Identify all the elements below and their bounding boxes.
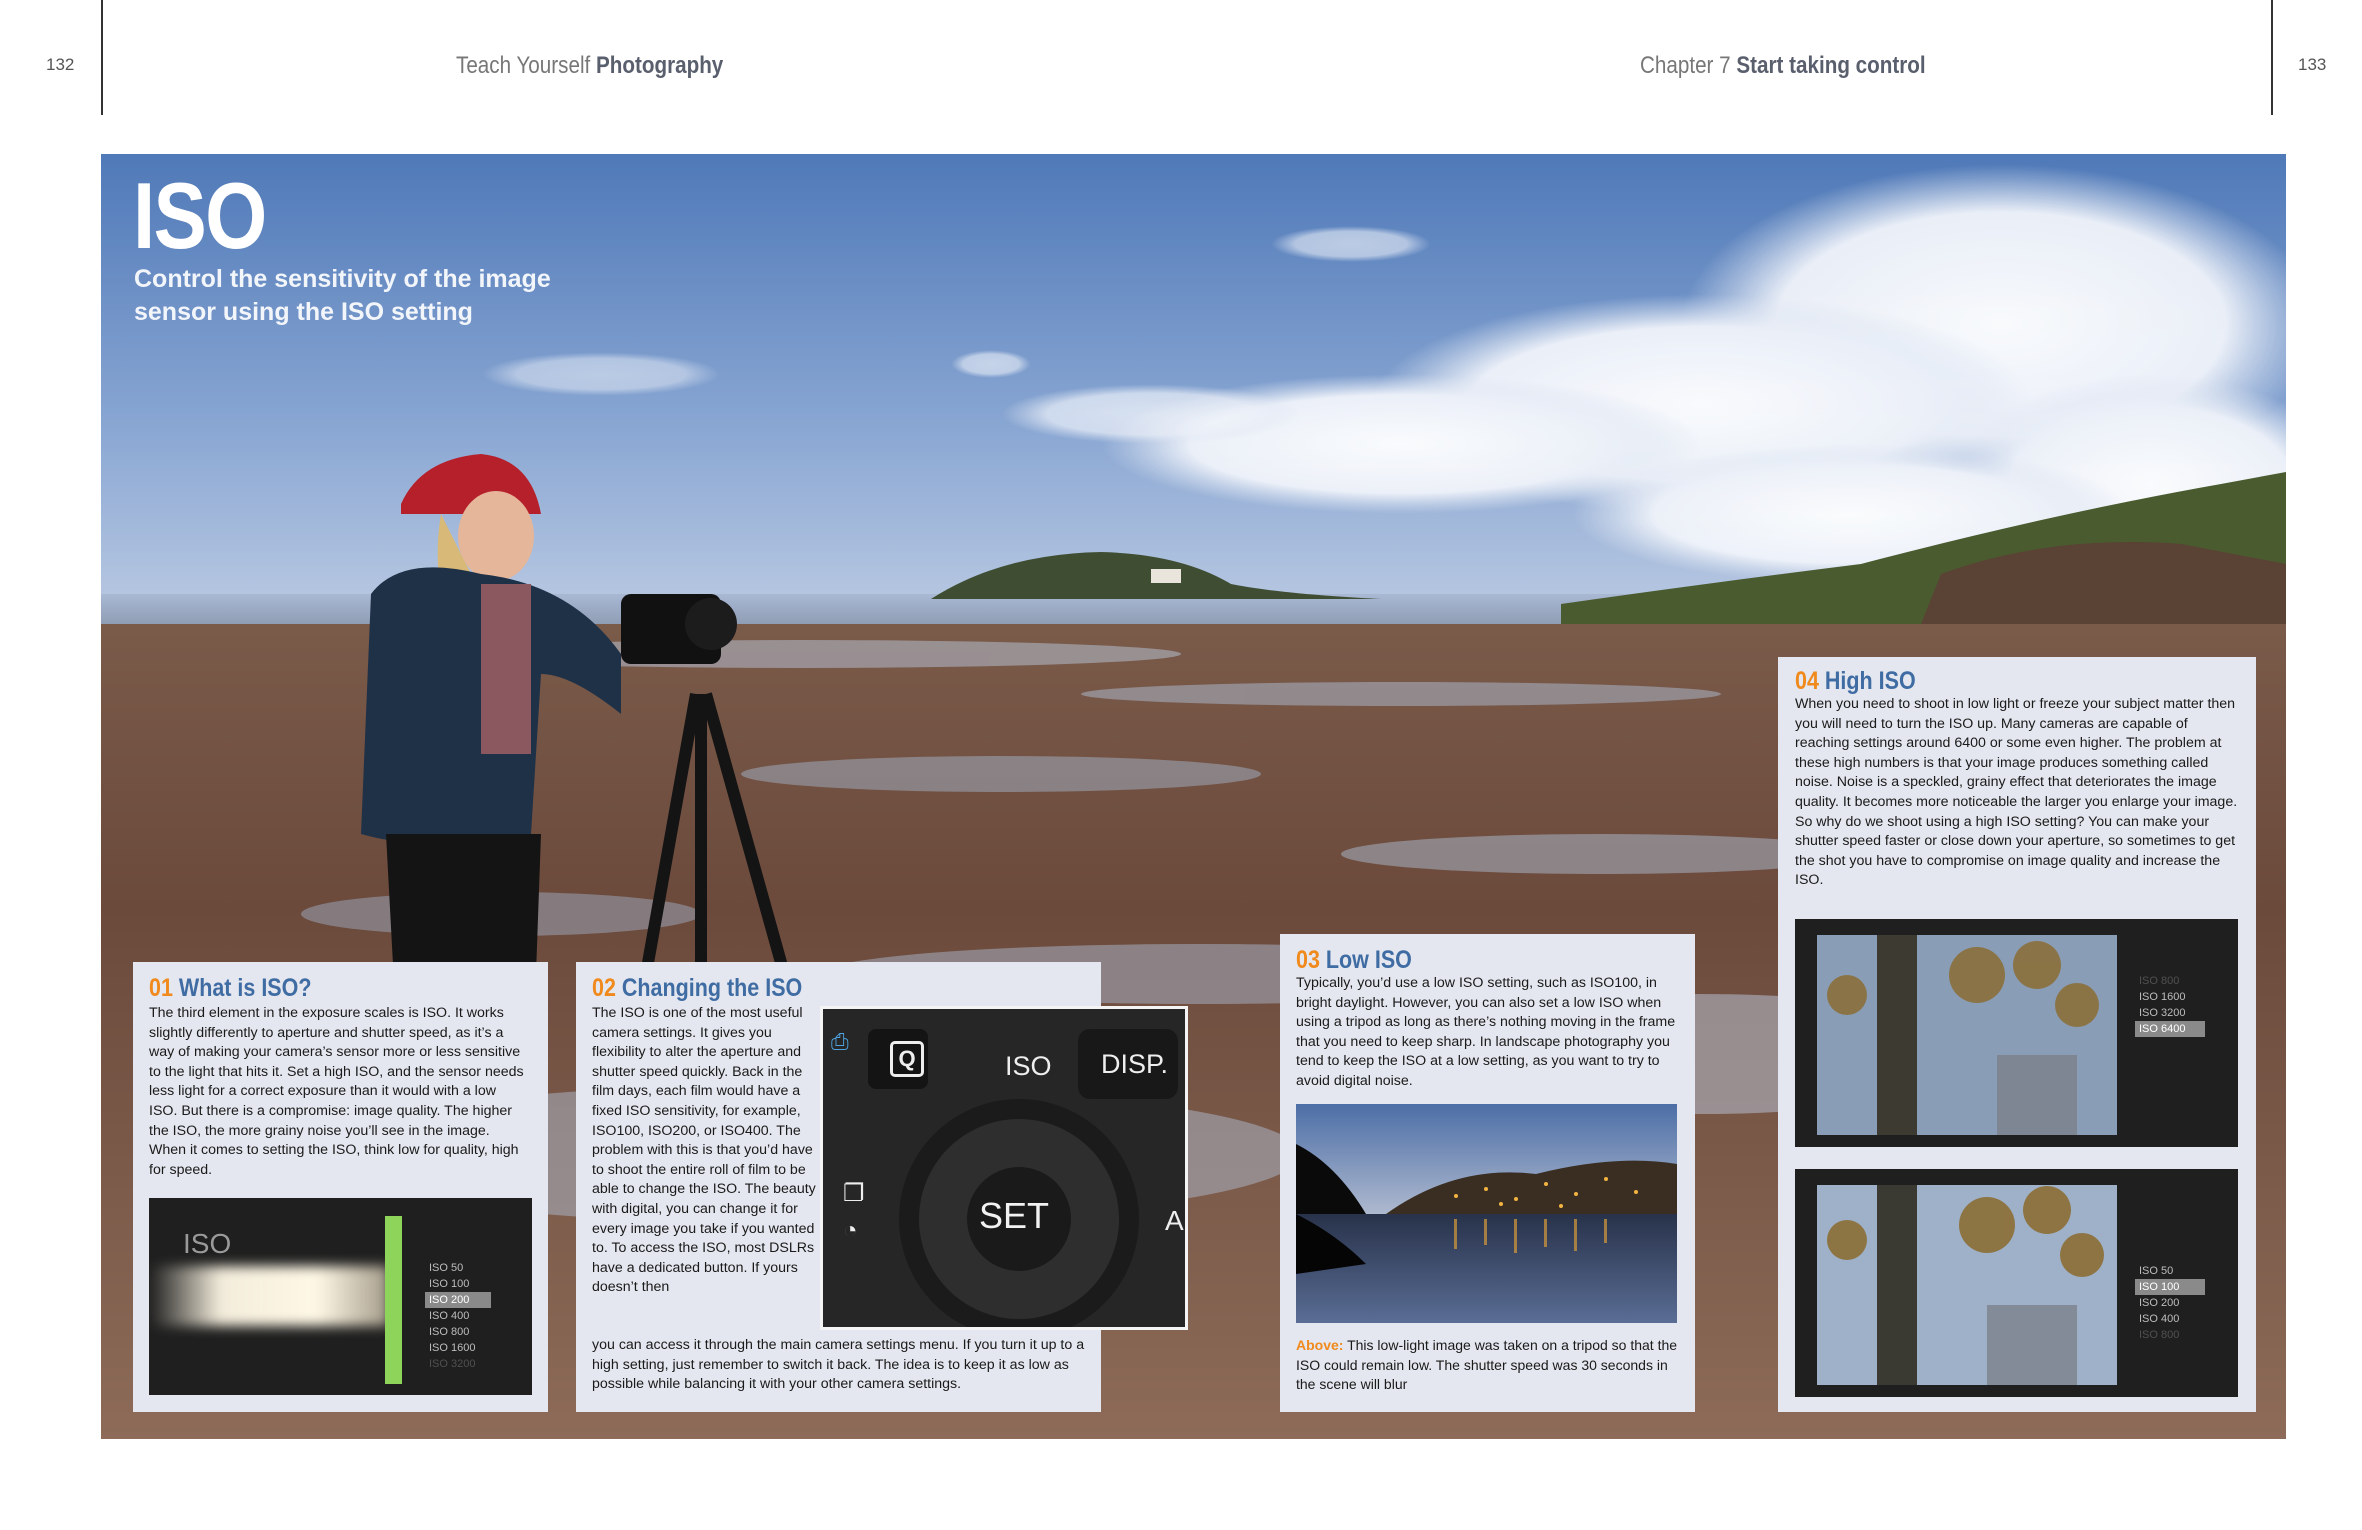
left-page-number: 132 [46, 55, 75, 74]
iso-option: ISO 800 [429, 1326, 470, 1338]
box-number: 03 [1296, 946, 1320, 974]
camera-controls-photo: ⎙ Q ISO DISP. SET A ❐ ◔ [820, 1006, 1188, 1330]
noisy-tree-illustration [1817, 935, 2117, 1135]
iso-option: ISO 3200 [429, 1358, 476, 1370]
box-heading: 02 Changing the ISO [592, 974, 802, 1003]
disp-button-label: DISP. [1101, 1049, 1169, 1079]
night-harbour-photo [1296, 1104, 1677, 1323]
set-button-label: SET [979, 1195, 1050, 1236]
night-harbour-illustration [1296, 1104, 1677, 1323]
iso-label: ISO [183, 1228, 232, 1259]
box-number: 02 [592, 974, 616, 1002]
iso-value-list: ISO 50 ISO 100 ISO 200 ISO 400 ISO 800 I… [425, 1260, 491, 1372]
photo-caption: Above: This low-light image was taken on… [1296, 1336, 1684, 1395]
box-heading: 04 High ISO [1795, 667, 1916, 696]
box-body-text: Typically, you’d use a low ISO setting, … [1296, 975, 1676, 1089]
iso-option-selected: ISO 200 [425, 1292, 491, 1308]
iso-option: ISO 200 [2139, 1297, 2180, 1309]
iso-option-selected: ISO 100 [2135, 1279, 2205, 1295]
iso-light-illustration: ISO ISO 50 ISO 100 ISO 200 ISO 400 ISO 8… [149, 1198, 532, 1395]
iso-option: ISO 800 [2139, 1329, 2180, 1341]
q-button: Q [890, 1041, 924, 1077]
page-title: ISO [133, 163, 267, 268]
box-title: Changing the ISO [621, 974, 803, 1002]
box-title: High ISO [1824, 667, 1916, 695]
box-what-is-iso: 01 What is ISO? The third element in the… [133, 962, 548, 1412]
iso-option: ISO 800 [2139, 975, 2180, 987]
box-number: 01 [149, 974, 173, 1002]
running-head-chapter: Chapter 7 [1640, 52, 1731, 79]
iso-option: ISO 1600 [429, 1342, 476, 1354]
iso-option: ISO 100 [429, 1278, 470, 1290]
light-beam [149, 1266, 389, 1326]
iso-option: ISO 50 [2139, 1265, 2174, 1277]
caption-text: This low-light image was taken on a trip… [1296, 1337, 1678, 1393]
print-icon: ⎙ [831, 1029, 849, 1054]
box-body-text: The third element in the exposure scales… [149, 1005, 524, 1178]
self-timer-icon: ◔ [843, 1217, 858, 1244]
caption-label: Above: [1296, 1337, 1344, 1353]
box-low-iso: 03 Low ISO Typically, you’d use a low IS… [1280, 934, 1695, 1412]
box-title: Low ISO [1325, 946, 1412, 974]
iso-option: ISO 400 [2139, 1313, 2180, 1325]
box-high-iso: 04 High ISO When you need to shoot in lo… [1778, 657, 2256, 1412]
box-body-text-continued: you can access it through the main camer… [592, 1337, 1085, 1393]
iso-option: ISO 1600 [2139, 991, 2186, 1003]
box-body-text: When you need to shoot in low light or f… [1795, 696, 2238, 889]
a-label: A [1165, 1205, 1184, 1236]
right-page-number: 133 [2298, 55, 2327, 74]
left-header-rule [101, 0, 103, 115]
box-heading: 03 Low ISO [1296, 946, 1412, 975]
running-head-book: Photography [596, 52, 724, 79]
iso-option: ISO 400 [429, 1310, 470, 1322]
right-header-rule [2271, 0, 2273, 115]
running-head-series: Teach Yourself [456, 52, 591, 79]
box-number: 04 [1795, 667, 1819, 695]
clean-tree-illustration [1817, 1185, 2117, 1385]
right-running-head: Chapter 7 Start taking control [1640, 52, 1926, 80]
iso-value-list: ISO 50 ISO 100 ISO 200 ISO 400 ISO 800 [2135, 1263, 2205, 1343]
running-head-chapter-title: Start taking control [1736, 52, 1926, 79]
iso-value-list: ISO 800 ISO 1600 ISO 3200 ISO 6400 [2135, 973, 2205, 1037]
iso-button-label: ISO [1005, 1051, 1052, 1081]
iso-option-selected: ISO 6400 [2135, 1021, 2205, 1037]
low-iso-sample-photo: ISO 50 ISO 100 ISO 200 ISO 400 ISO 800 [1795, 1169, 2238, 1397]
page-subtitle: Control the sensitivity of the image sen… [134, 265, 551, 326]
iso-option: ISO 3200 [2139, 1007, 2186, 1019]
high-iso-sample-photo: ISO 800 ISO 1600 ISO 3200 ISO 6400 [1795, 919, 2238, 1147]
iso-option: ISO 50 [429, 1262, 464, 1274]
left-running-head: Teach Yourself Photography [456, 52, 723, 80]
drive-mode-icon: ❐ [843, 1180, 865, 1207]
box-heading: 01 What is ISO? [149, 974, 311, 1003]
box-body-text: The ISO is one of the most useful camera… [592, 1005, 816, 1296]
box-title: What is ISO? [178, 974, 312, 1002]
iso-level-bar [385, 1216, 402, 1384]
